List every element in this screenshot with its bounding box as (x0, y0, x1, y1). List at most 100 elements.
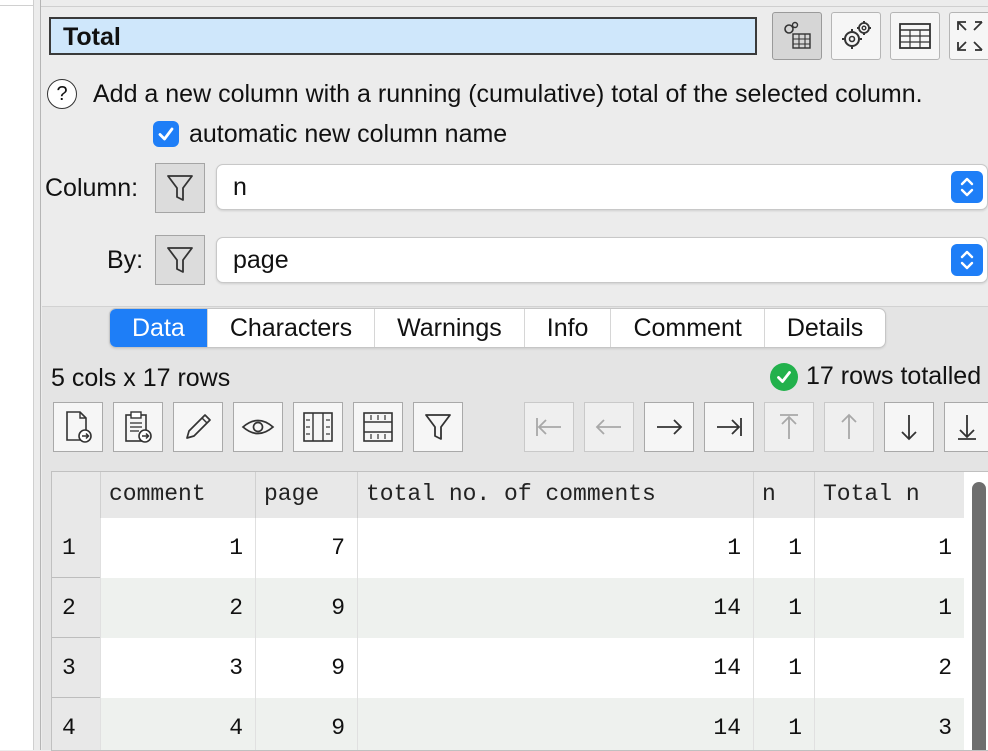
help-icon[interactable]: ? (47, 79, 77, 109)
status-text: 17 rows totalled (806, 362, 982, 390)
gears-table-icon (784, 21, 811, 49)
view-button[interactable] (233, 402, 283, 452)
table-cell[interactable]: 2 (814, 638, 964, 698)
pencil-icon (186, 414, 211, 439)
table-cell[interactable]: 14 (357, 698, 753, 750)
edit-button[interactable] (173, 402, 223, 452)
status-message: 17 rows totalled (770, 362, 981, 391)
row-number[interactable]: 1 (52, 518, 100, 578)
rows-button[interactable] (353, 402, 403, 452)
table-cell[interactable]: 3 (100, 638, 255, 698)
column-header[interactable]: n (753, 472, 814, 518)
by-select-value: page (233, 246, 289, 274)
first-row-button[interactable] (764, 402, 814, 452)
left-side-strip (0, 0, 34, 750)
table-cell[interactable]: 4 (100, 698, 255, 750)
arrow-down-icon (901, 415, 917, 441)
table-cell[interactable]: 9 (255, 698, 357, 750)
table-cell[interactable]: 9 (255, 638, 357, 698)
column-label: Column: (45, 174, 139, 202)
row-number[interactable]: 2 (52, 578, 100, 638)
clipboard-export-icon (125, 411, 152, 443)
table-cell[interactable]: 14 (357, 578, 753, 638)
column-header[interactable]: page (255, 472, 357, 518)
rows-icon (363, 412, 393, 442)
table-cell[interactable]: 1 (814, 578, 964, 638)
eye-icon (241, 419, 275, 435)
select-arrows-icon (951, 171, 983, 203)
table-cell[interactable]: 3 (814, 698, 964, 750)
table-cell[interactable]: 1 (753, 638, 814, 698)
by-filter-button[interactable] (155, 235, 205, 285)
auto-name-row[interactable]: automatic new column name (153, 120, 507, 148)
table-cell[interactable]: 1 (814, 518, 964, 578)
tab-bar: Data Characters Warnings Info Comment De… (109, 308, 887, 348)
column-header[interactable]: comment (100, 472, 255, 518)
settings-button[interactable] (831, 12, 881, 60)
toggle-view-button[interactable] (772, 12, 822, 60)
first-column-button[interactable] (524, 402, 574, 452)
arrow-bottom-icon (958, 415, 976, 440)
table-cell[interactable]: 2 (100, 578, 255, 638)
previous-row-button[interactable] (824, 402, 874, 452)
arrow-top-icon (780, 414, 798, 439)
expand-icon (956, 21, 983, 51)
help-description: Add a new column with a running (cumulat… (93, 79, 923, 108)
auto-name-checkbox[interactable] (153, 121, 179, 147)
arrow-right-icon (657, 419, 683, 435)
checkmark-icon (158, 127, 174, 141)
vertical-scrollbar[interactable] (972, 482, 986, 750)
next-column-button[interactable] (644, 402, 694, 452)
tab-warnings[interactable]: Warnings (375, 309, 525, 347)
arrow-left-icon (595, 419, 621, 435)
arrow-last-icon (717, 418, 742, 436)
last-column-button[interactable] (704, 402, 754, 452)
columns-button[interactable] (293, 402, 343, 452)
column-header[interactable]: total no. of comments (357, 472, 753, 518)
total-panel: Total ? Add a new column with a running … (40, 0, 988, 751)
column-filter-button[interactable] (155, 163, 205, 213)
table-icon (899, 23, 931, 49)
table-cell[interactable]: 1 (753, 698, 814, 750)
by-select[interactable]: page (216, 237, 988, 283)
table-cell[interactable]: 14 (357, 638, 753, 698)
select-arrows-icon (951, 244, 983, 276)
success-check-icon (770, 362, 798, 391)
tab-details[interactable]: Details (765, 309, 885, 347)
data-table: comment page total no. of comments n Total n… (51, 471, 988, 751)
gears-icon (842, 21, 871, 49)
table-view-button[interactable] (890, 12, 940, 60)
funnel-icon (167, 175, 193, 201)
column-header[interactable]: Total n (814, 472, 964, 518)
transform-title-field[interactable]: Total (49, 17, 757, 55)
tab-characters[interactable]: Characters (208, 309, 376, 347)
funnel-icon (425, 414, 451, 440)
filter-button[interactable] (413, 402, 463, 452)
table-cell[interactable]: 1 (753, 578, 814, 638)
export-clipboard-button[interactable] (113, 402, 163, 452)
tab-info[interactable]: Info (525, 309, 612, 347)
help-row: ? Add a new column with a running (cumul… (47, 78, 923, 110)
export-document-icon (66, 411, 92, 443)
expand-button[interactable] (949, 12, 988, 60)
table-cell[interactable]: 7 (255, 518, 357, 578)
next-row-button[interactable] (884, 402, 934, 452)
column-select[interactable]: n (216, 164, 988, 210)
table-cell[interactable]: 9 (255, 578, 357, 638)
dimensions-label: 5 cols x 17 rows (51, 364, 231, 392)
table-cell[interactable]: 1 (100, 518, 255, 578)
arrow-up-icon (841, 413, 857, 439)
row-number[interactable]: 4 (52, 698, 100, 750)
row-number[interactable]: 3 (52, 638, 100, 698)
table-cell[interactable]: 1 (357, 518, 753, 578)
funnel-icon (167, 247, 193, 273)
tab-data[interactable]: Data (110, 309, 208, 347)
last-row-button[interactable] (944, 402, 988, 452)
columns-icon (303, 412, 333, 442)
panel-top-edge (41, 0, 988, 7)
table-cell[interactable]: 1 (753, 518, 814, 578)
previous-column-button[interactable] (584, 402, 634, 452)
tab-comment[interactable]: Comment (611, 309, 765, 347)
output-tab-area: Data Characters Warnings Info Comment De… (42, 306, 988, 751)
export-file-button[interactable] (53, 402, 103, 452)
